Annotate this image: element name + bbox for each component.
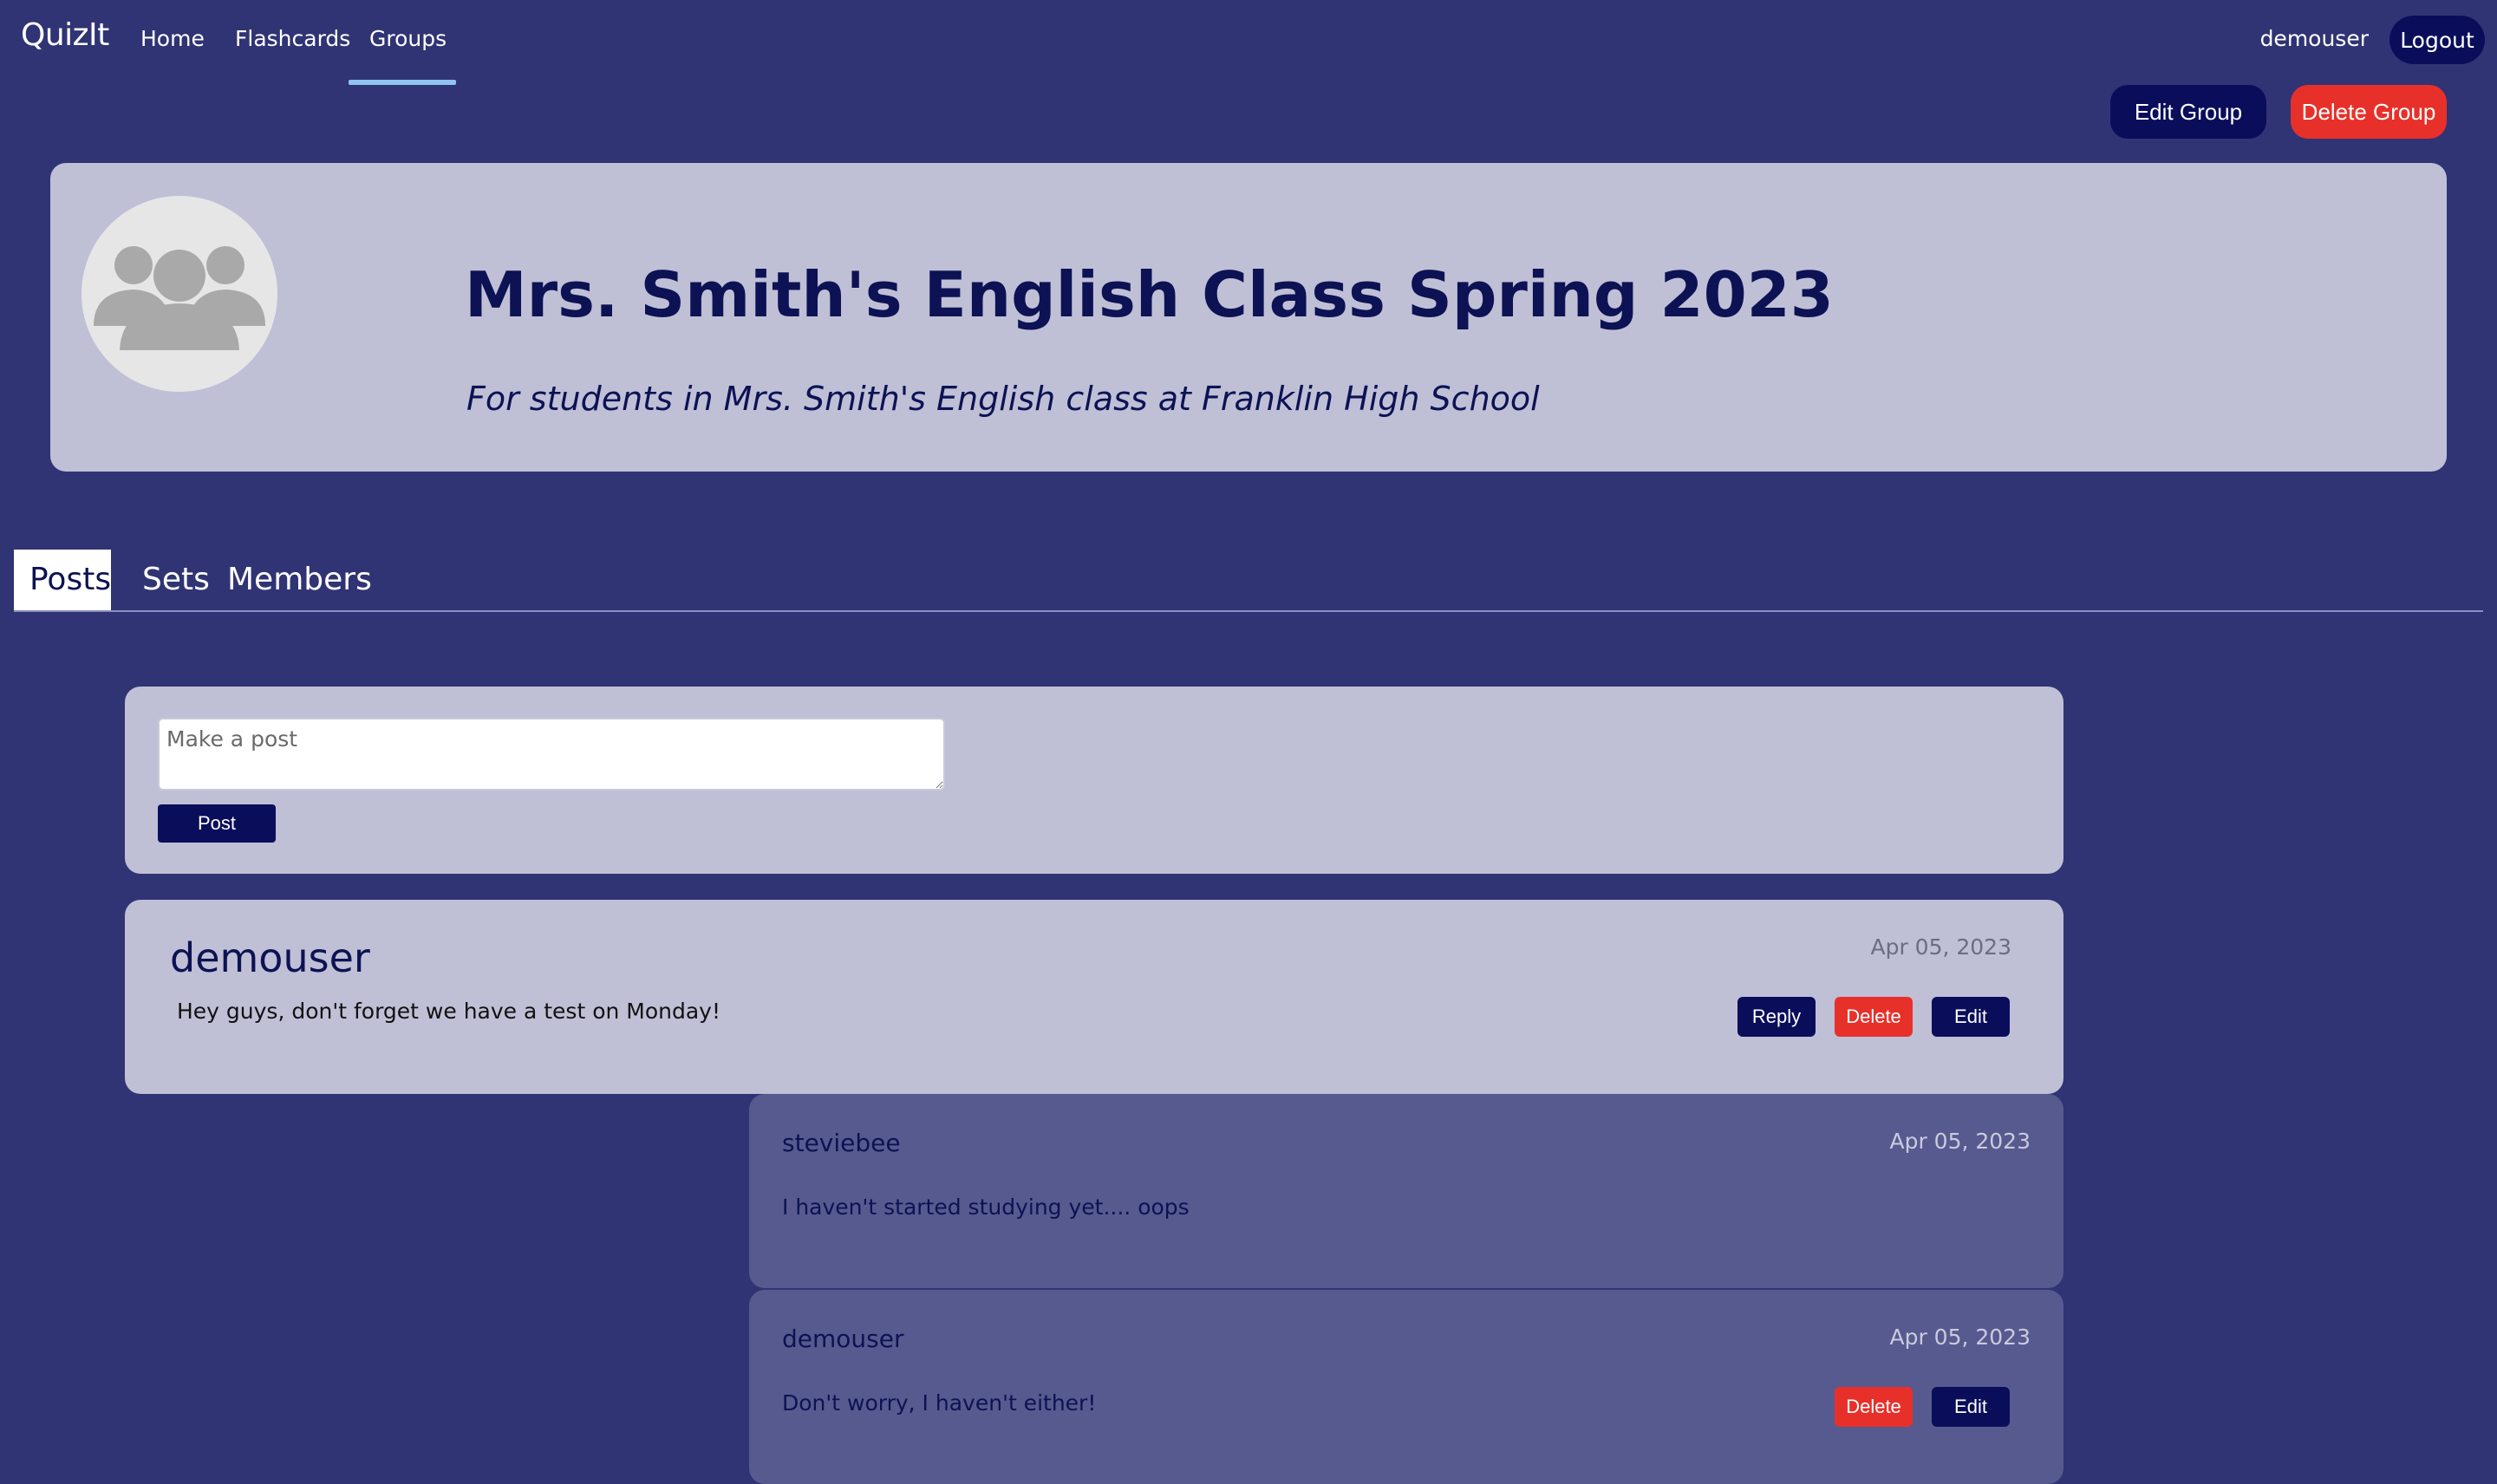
tab-members[interactable]: Members (212, 550, 388, 610)
group-header-card: Mrs. Smith's English Class Spring 2023 F… (50, 163, 2447, 472)
delete-reply-button[interactable]: Delete (1835, 1387, 1913, 1427)
reply-author: demouser (782, 1325, 904, 1353)
edit-post-button[interactable]: Edit (1932, 997, 2010, 1037)
top-navbar: QuizIt Home Flashcards Groups demouser L… (0, 0, 2497, 85)
group-tabs: Posts Sets Members (14, 550, 2483, 612)
post-input[interactable] (158, 718, 945, 791)
tab-sets[interactable]: Sets (127, 550, 225, 610)
reply-button[interactable]: Reply (1737, 997, 1816, 1037)
post-composer: Post (125, 687, 2063, 874)
post-card: demouser Apr 05, 2023 Hey guys, don't fo… (125, 900, 2063, 1094)
edit-group-button[interactable]: Edit Group (2110, 85, 2266, 139)
delete-group-button[interactable]: Delete Group (2291, 85, 2447, 139)
group-avatar (81, 196, 277, 392)
tab-posts[interactable]: Posts (14, 550, 111, 610)
post-submit-button[interactable]: Post (158, 804, 276, 843)
delete-post-button[interactable]: Delete (1835, 997, 1913, 1037)
nav-groups-link[interactable]: Groups (369, 26, 447, 51)
nav-home-link[interactable]: Home (140, 26, 205, 51)
reply-card: demouser Apr 05, 2023 Don't worry, I hav… (749, 1290, 2063, 1484)
nav-flashcards-link[interactable]: Flashcards (235, 26, 350, 51)
reply-body: I haven't started studying yet.... oops (782, 1194, 1190, 1220)
group-title: Mrs. Smith's English Class Spring 2023 (465, 258, 1834, 331)
group-people-icon (94, 246, 265, 350)
reply-date: Apr 05, 2023 (1889, 1129, 2031, 1154)
nav-username: demouser (2259, 26, 2369, 51)
reply-card: steviebee Apr 05, 2023 I haven't started… (749, 1094, 2063, 1288)
brand-logo[interactable]: QuizIt (21, 17, 109, 53)
logout-button[interactable]: Logout (2389, 16, 2485, 64)
active-nav-indicator (349, 80, 456, 85)
reply-body: Don't worry, I haven't either! (782, 1390, 1097, 1416)
reply-date: Apr 05, 2023 (1889, 1325, 2031, 1350)
edit-reply-button[interactable]: Edit (1932, 1387, 2010, 1427)
group-description: For students in Mrs. Smith's English cla… (466, 380, 1540, 418)
reply-author: steviebee (782, 1129, 901, 1157)
post-date: Apr 05, 2023 (1870, 934, 2011, 960)
post-author: demouser (170, 934, 370, 981)
post-body: Hey guys, don't forget we have a test on… (177, 999, 721, 1024)
